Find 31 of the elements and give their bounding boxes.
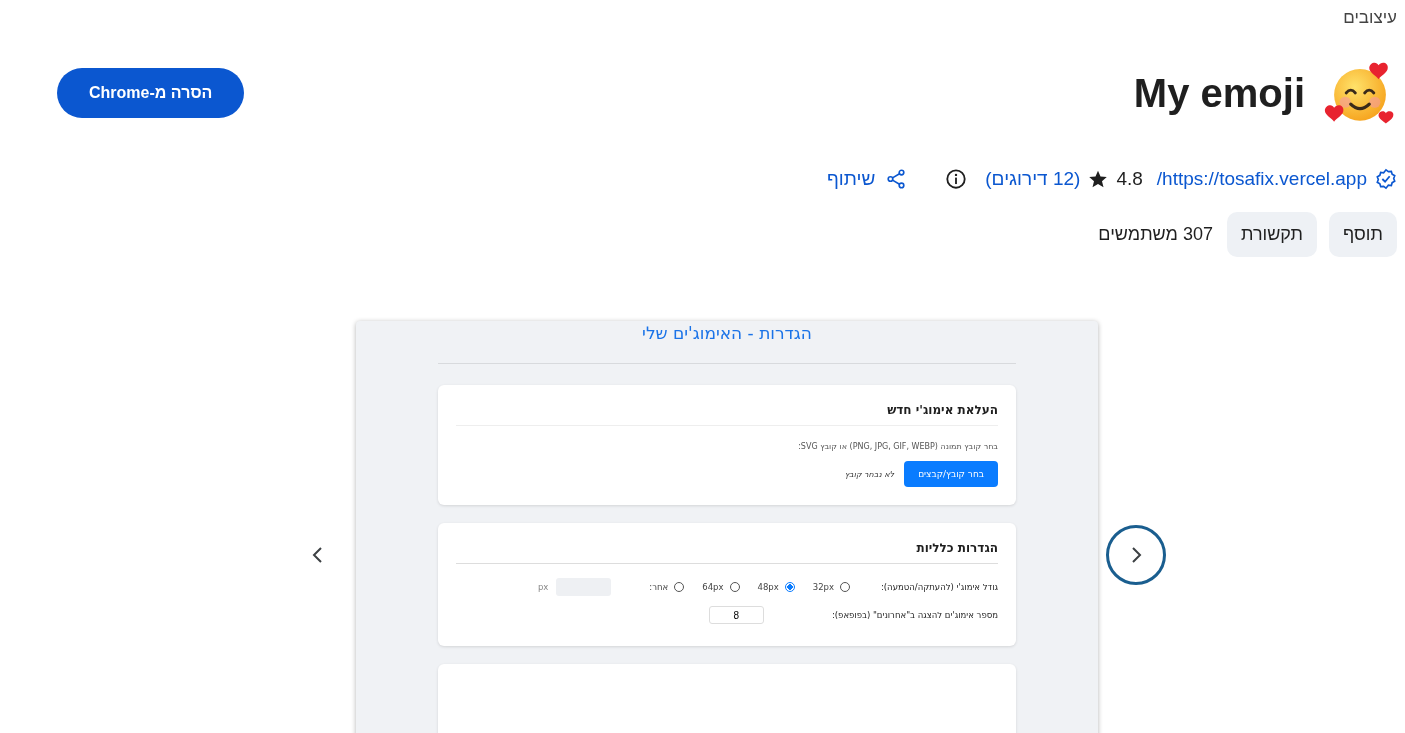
user-count: 307 משתמשים xyxy=(1098,224,1213,245)
verified-badge-icon xyxy=(1375,168,1397,190)
recent-count-label: מספר אימוג'ים להצגה ב"אחרונים" (בפופאפ): xyxy=(831,610,998,620)
choose-files-button[interactable]: בחר קובץ/קבצים xyxy=(904,461,998,487)
category-chip[interactable]: תקשורת xyxy=(1227,212,1318,257)
radio-button[interactable] xyxy=(784,582,795,592)
card-heading: העלאת אימוג'י חדש xyxy=(456,403,998,426)
share-icon xyxy=(885,168,908,190)
extension-title: My emoji xyxy=(1133,70,1305,116)
settings-page-title: הגדרות - האימוג'ים שלי xyxy=(642,323,812,343)
breadcrumb-link[interactable]: עיצובים xyxy=(1343,0,1397,28)
category-chip[interactable]: תוסף xyxy=(1329,212,1397,257)
size-label: גודל אימוג'י (להעתקה/הטמעה): xyxy=(879,582,998,592)
share-button[interactable]: שיתוף xyxy=(826,168,908,190)
recent-count-field[interactable]: 8 xyxy=(708,606,764,624)
file-type-hint: בחר קובץ תמונה (PNG, JPG, GIF, WEBP) או קובץ SVG: xyxy=(798,442,998,451)
share-label: שיתוף xyxy=(826,168,876,190)
file-status: לא נבחר קובץ xyxy=(844,469,895,479)
info-icon[interactable] xyxy=(945,168,968,190)
ratings-count-link[interactable]: (12 דירוגים) xyxy=(985,168,1081,190)
card-heading: הגדרות כלליות xyxy=(456,541,998,564)
next-arrow-button[interactable] xyxy=(1106,525,1166,585)
rating-value: 4.8 xyxy=(1116,168,1143,190)
website-link[interactable]: https://tosafix.vercel.app/ xyxy=(1156,168,1367,190)
unit-label: px xyxy=(537,582,549,592)
size-option-label: 64px xyxy=(702,582,724,592)
star-icon xyxy=(1088,169,1109,189)
size-option-label: 32px xyxy=(812,582,834,592)
size-option-label: 48px xyxy=(757,582,779,592)
size-option-label: אחר: xyxy=(649,582,669,592)
remove-button[interactable]: הסרה מ-Chrome xyxy=(57,68,245,118)
